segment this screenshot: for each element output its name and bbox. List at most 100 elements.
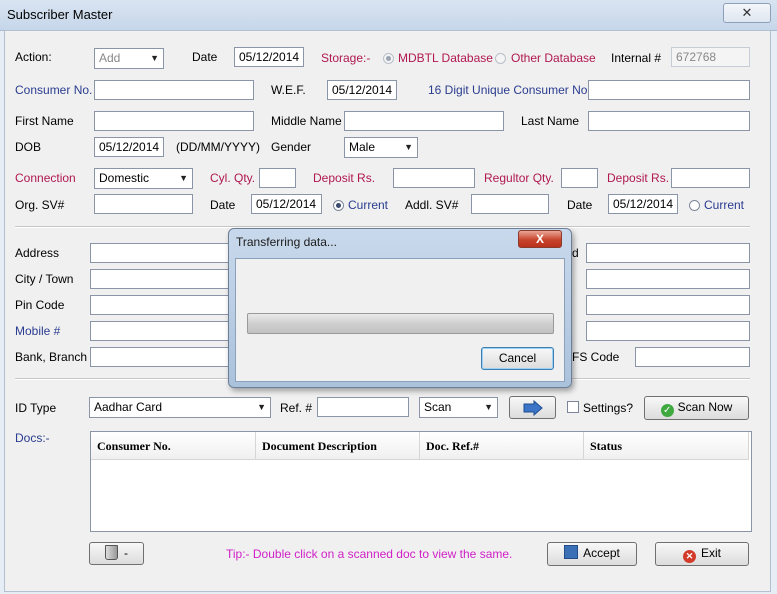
regulator-qty-input[interactable] — [561, 168, 598, 188]
remove-doc-label: - — [124, 546, 128, 560]
addl-sv-input[interactable] — [471, 194, 549, 214]
last-name-input[interactable] — [588, 111, 750, 131]
deposit-input[interactable] — [393, 168, 475, 188]
scan-select[interactable]: Scan ▼ — [419, 397, 498, 418]
gender-select[interactable]: Male ▼ — [344, 137, 418, 158]
other-db-label: Other Database — [511, 51, 596, 65]
transfer-button[interactable] — [509, 396, 556, 419]
date-field[interactable]: 05/12/2014 — [234, 47, 304, 67]
cyl-qty-label: Cyl. Qty. — [210, 171, 256, 185]
bank-branch-input[interactable] — [90, 347, 230, 367]
id-type-select[interactable]: Aadhar Card ▼ — [89, 397, 271, 418]
scan-value: Scan — [424, 400, 452, 414]
address-label: Address — [15, 246, 60, 260]
middle-name-input[interactable] — [344, 111, 504, 131]
pin-right-input[interactable] — [586, 295, 750, 315]
sv-date-field[interactable]: 05/12/2014 — [251, 194, 322, 214]
dialog-body: Cancel — [235, 258, 565, 382]
transfer-progress-bar — [247, 313, 554, 334]
id-type-value: Aadhar Card — [94, 400, 163, 414]
middle-name-label: Middle Name — [271, 114, 342, 128]
address-right-input[interactable] — [586, 243, 750, 263]
mdbtl-radio[interactable] — [383, 53, 394, 64]
internal-field[interactable]: 672768 — [671, 47, 750, 67]
date-label: Date — [192, 50, 218, 64]
cyl-qty-input[interactable] — [259, 168, 296, 188]
action-select[interactable]: Add ▼ — [94, 48, 164, 69]
ref-input[interactable] — [317, 397, 409, 417]
current2-label: Current — [704, 198, 745, 212]
tip-text: Tip:- Double click on a scanned doc to v… — [226, 547, 513, 561]
mobile-right-input[interactable] — [586, 321, 750, 341]
col-consumer-no[interactable]: Consumer No. — [91, 432, 256, 460]
connection-label: Connection — [15, 171, 76, 185]
regulator-qty-label: Regultor Qty. — [484, 171, 554, 185]
connection-value: Domestic — [99, 171, 150, 185]
chevron-down-icon: ▼ — [404, 142, 413, 152]
unique-no-input[interactable] — [588, 80, 750, 100]
address-input[interactable] — [90, 243, 230, 263]
ifsc-input[interactable] — [635, 347, 750, 367]
consumer-no-label: Consumer No. — [15, 83, 93, 97]
exit-button[interactable]: ✕ Exit — [655, 542, 749, 566]
action-value: Add — [99, 51, 121, 65]
col-status[interactable]: Status — [584, 432, 749, 460]
scan-now-button[interactable]: ✓ Scan Now — [644, 396, 749, 420]
settings-label: Settings? — [583, 401, 634, 415]
mobile-input[interactable] — [90, 321, 230, 341]
dialog-title: Transferring data... — [236, 235, 337, 249]
close-circle-icon: ✕ — [682, 550, 696, 563]
addl-date-field[interactable]: 05/12/2014 — [608, 194, 678, 214]
accept-icon — [564, 545, 579, 559]
unique-no-label: 16 Digit Unique Consumer No. — [428, 83, 591, 97]
remove-doc-button[interactable]: - — [89, 542, 144, 565]
cancel-button[interactable]: Cancel — [481, 347, 554, 370]
window-close-button[interactable]: ✕ — [723, 3, 771, 23]
deposit2-input[interactable] — [671, 168, 750, 188]
current-label: Current — [348, 198, 389, 212]
last-name-label: Last Name — [521, 114, 580, 128]
consumer-no-input[interactable] — [94, 80, 254, 100]
scan-now-label: Scan Now — [677, 400, 733, 414]
window-title: Subscriber Master — [7, 7, 113, 22]
city-right-input[interactable] — [586, 269, 750, 289]
chevron-down-icon: ▼ — [179, 173, 188, 183]
city-label: City / Town — [15, 272, 74, 286]
transfer-dialog: Transferring data... X Cancel — [228, 228, 572, 388]
accept-button[interactable]: Accept — [547, 542, 637, 566]
wef-field[interactable]: 05/12/2014 — [327, 80, 397, 100]
title-bar: Subscriber Master ✕ — [0, 0, 777, 31]
chevron-down-icon: ▼ — [257, 402, 266, 412]
chevron-down-icon: ▼ — [150, 53, 159, 63]
current2-radio[interactable] — [689, 200, 700, 211]
mdbtl-label: MDBTL Database — [398, 51, 493, 65]
gender-value: Male — [349, 140, 376, 154]
pin-code-input[interactable] — [90, 295, 230, 315]
other-db-radio[interactable] — [495, 53, 506, 64]
settings-checkbox[interactable] — [567, 401, 579, 413]
addl-sv-label: Addl. SV# — [405, 198, 459, 212]
dob-label: DOB — [15, 140, 42, 154]
dialog-close-button[interactable]: X — [518, 230, 562, 248]
wef-label: W.E.F. — [271, 83, 306, 97]
internal-label: Internal # — [611, 51, 662, 65]
trash-icon — [105, 545, 118, 560]
pin-code-label: Pin Code — [15, 298, 65, 312]
city-input[interactable] — [90, 269, 230, 289]
dob-field[interactable]: 05/12/2014 — [94, 137, 164, 157]
col-doc-ref[interactable]: Doc. Ref.# — [420, 432, 584, 460]
storage-label: Storage:- — [321, 51, 371, 65]
docs-label: Docs:- — [15, 431, 50, 445]
connection-select[interactable]: Domestic ▼ — [94, 168, 193, 189]
arrow-transfer-icon — [523, 399, 543, 417]
deposit2-label: Deposit Rs. — [607, 171, 670, 185]
action-label: Action: — [15, 50, 52, 64]
current-radio[interactable] — [333, 200, 344, 211]
org-sv-input[interactable] — [94, 194, 193, 214]
ifsc-label: FS Code — [572, 350, 620, 364]
check-circle-icon: ✓ — [660, 404, 674, 417]
first-name-input[interactable] — [94, 111, 254, 131]
docs-table[interactable]: Consumer No. Document Description Doc. R… — [90, 431, 752, 532]
col-document-description[interactable]: Document Description — [256, 432, 420, 460]
right-partial-label: d — [572, 246, 579, 260]
